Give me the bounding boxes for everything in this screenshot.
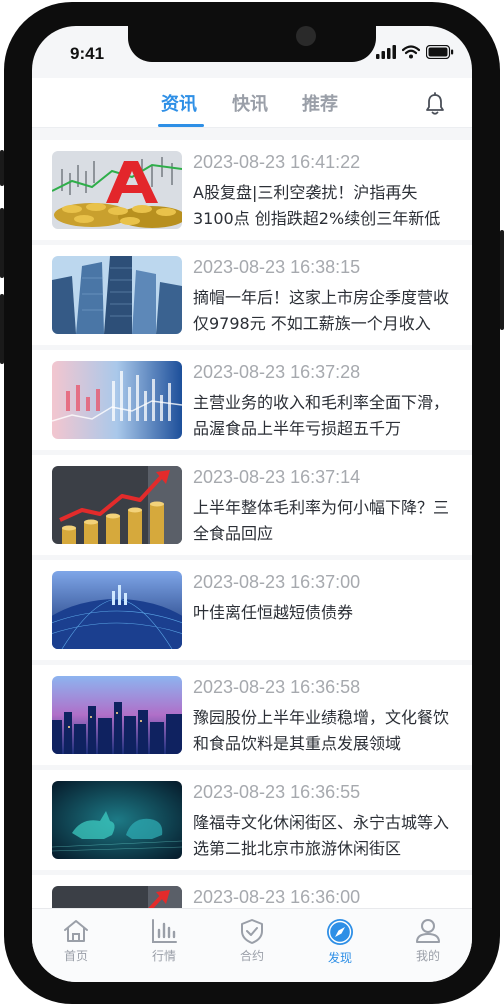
news-title: 叶佳离任恒越短债债券	[193, 603, 354, 622]
nav-label: 首页	[63, 949, 88, 963]
news-list: 2023-08-23 16:41:22 A股复盘|三利空袭扰！沪指再失3100点…	[32, 140, 472, 908]
news-time: 2023-08-23 16:37:14	[193, 467, 361, 487]
news-item[interactable]: 2023-08-23 16:37:00 叶佳离任恒越短债债券	[32, 560, 472, 660]
nav-market[interactable]: 行情	[134, 917, 194, 964]
news-item[interactable]: 2023-08-23 16:37:28 主营业务的收入和毛利率全面下滑，品渥食品…	[32, 350, 472, 450]
news-title: A股复盘|三利空袭扰！沪指再失3100点 创指跌超2%续创三年新低	[193, 183, 441, 228]
news-time: 2023-08-23 16:38:15	[193, 257, 361, 277]
news-item[interactable]: 2023-08-23 16:36:58 豫园股份上半年业绩稳增，文化餐饮和食品饮…	[32, 665, 472, 765]
nav-discover[interactable]: 发现	[310, 917, 370, 966]
news-item[interactable]: 2023-08-23 16:36:55 隆福寺文化休闲街区、永宁古城等入选第二批…	[32, 770, 472, 870]
battery-icon	[426, 45, 454, 59]
news-title: 摘帽一年后！这家上市房企季度营收仅9798元 不如工薪族一个月收入	[193, 288, 450, 333]
volume-up-button	[0, 208, 4, 278]
user-icon	[416, 919, 440, 943]
signal-icon	[376, 45, 396, 59]
front-camera	[296, 26, 316, 46]
news-thumbnail	[52, 886, 182, 908]
wifi-icon	[402, 45, 420, 59]
news-title: 隆福寺文化休闲街区、永宁古城等入选第二批北京市旅游休闲街区	[193, 813, 450, 858]
news-time: 2023-08-23 16:36:58	[193, 677, 361, 697]
nav-label: 合约	[239, 949, 264, 963]
shield-icon	[241, 919, 263, 944]
nav-contract[interactable]: 合约	[222, 917, 282, 964]
active-tab-indicator	[158, 124, 204, 127]
news-thumbnail	[52, 781, 182, 859]
news-title: 豫园股份上半年业绩稳增，文化餐饮和食品饮料是其重点发展领域	[193, 708, 450, 753]
status-icons	[376, 44, 454, 60]
notch	[128, 26, 376, 62]
volume-down-button	[0, 294, 4, 364]
news-thumbnail	[52, 571, 182, 649]
news-time: 2023-08-23 16:37:00	[193, 572, 361, 592]
news-time: 2023-08-23 16:36:00	[193, 887, 361, 907]
nav-label: 行情	[151, 949, 176, 963]
news-item[interactable]: 2023-08-23 16:38:15 摘帽一年后！这家上市房企季度营收仅979…	[32, 245, 472, 345]
bar-chart-icon	[152, 919, 177, 943]
news-item[interactable]: 2023-08-23 16:37:14 上半年整体毛利率为何小幅下降？三全食品回…	[32, 455, 472, 555]
news-title: 上半年整体毛利率为何小幅下降？三全食品回应	[193, 498, 450, 543]
news-item[interactable]: 2023-08-23 16:36:00	[32, 875, 472, 908]
news-title: 主营业务的收入和毛利率全面下滑，品渥食品上半年亏损超五千万	[193, 393, 450, 438]
status-time: 9:41	[70, 44, 105, 63]
tab-flash-news[interactable]: 快讯	[232, 90, 268, 116]
header: 资讯 快讯 推荐	[32, 78, 472, 128]
news-thumbnail	[52, 256, 182, 334]
tab-news[interactable]: 资讯	[161, 90, 197, 116]
news-thumbnail	[52, 361, 182, 439]
bell-icon[interactable]	[424, 92, 446, 116]
news-thumbnail	[52, 676, 182, 754]
tab-recommend[interactable]: 推荐	[302, 90, 338, 116]
compass-icon	[327, 919, 353, 945]
news-time: 2023-08-23 16:41:22	[193, 152, 361, 172]
nav-label: 我的	[415, 949, 440, 963]
power-button	[500, 230, 504, 330]
news-item[interactable]: 2023-08-23 16:41:22 A股复盘|三利空袭扰！沪指再失3100点…	[32, 140, 472, 240]
nav-profile[interactable]: 我的	[398, 917, 458, 964]
news-thumbnail	[52, 466, 182, 544]
bottom-tab-bar: 首页 行情 合约 发现 我的	[32, 908, 472, 982]
news-time: 2023-08-23 16:36:55	[193, 782, 361, 802]
nav-home[interactable]: 首页	[46, 917, 106, 964]
nav-label: 发现	[327, 951, 352, 965]
home-icon	[64, 920, 88, 942]
news-thumbnail	[52, 151, 182, 229]
mute-switch	[0, 150, 4, 186]
news-time: 2023-08-23 16:37:28	[193, 362, 361, 382]
